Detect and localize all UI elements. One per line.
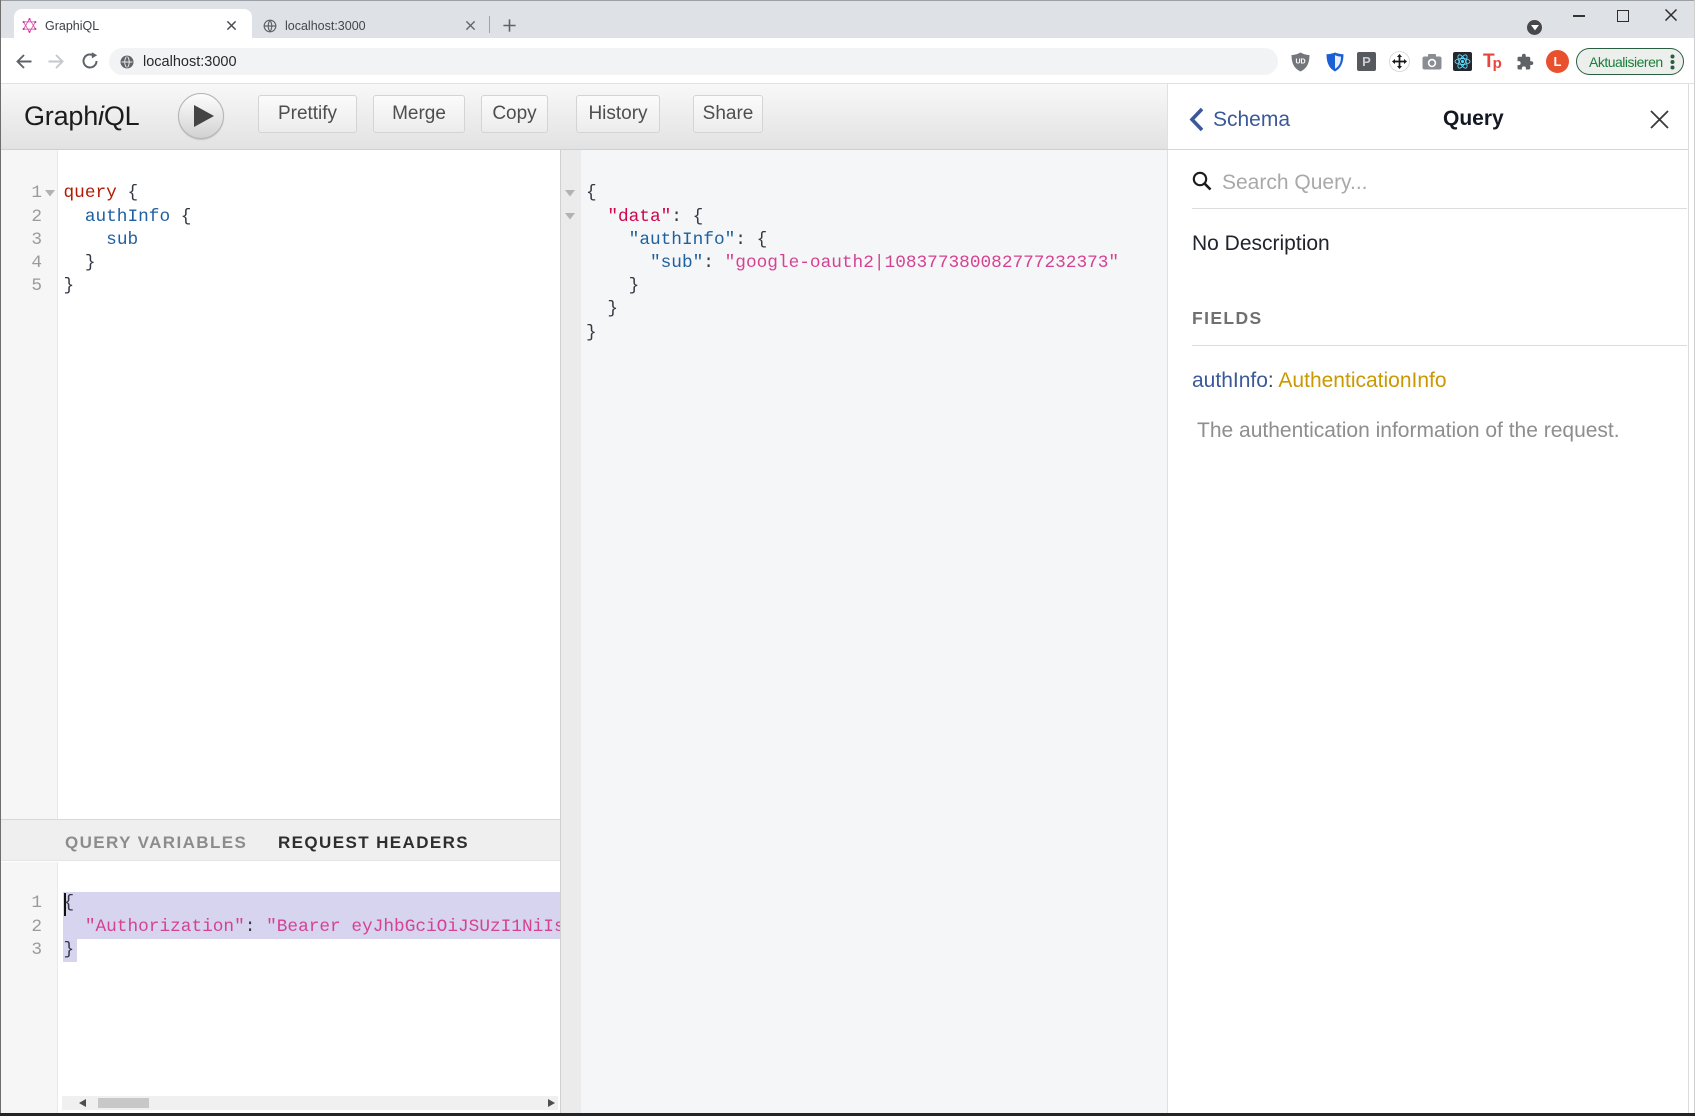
svg-text:UD: UD [1295, 59, 1305, 66]
